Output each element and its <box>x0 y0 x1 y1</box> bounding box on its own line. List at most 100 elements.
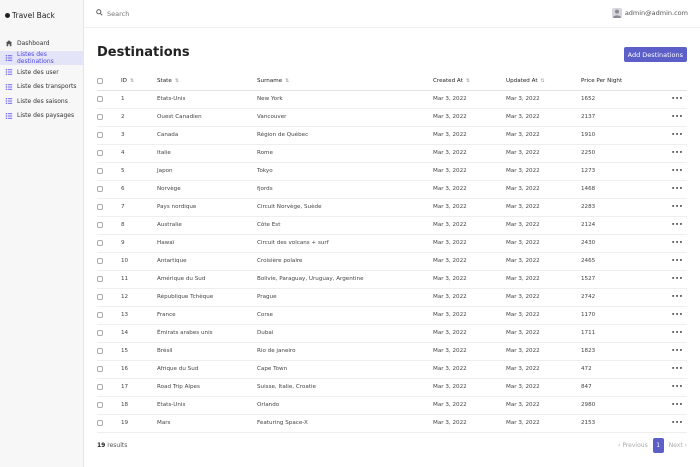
row-actions-menu[interactable]: ••• <box>661 396 687 415</box>
sort-icon[interactable]: ⇅ <box>130 78 134 84</box>
row-actions-menu[interactable]: ••• <box>661 360 687 379</box>
search-input[interactable] <box>107 9 307 18</box>
row-actions-menu[interactable]: ••• <box>661 216 687 235</box>
sidebar-item[interactable]: Liste des paysages <box>0 109 83 124</box>
table-cell: Mar 3, 2022 <box>433 396 506 415</box>
row-checkbox[interactable] <box>97 257 103 264</box>
sidebar-item-label: Liste des transports <box>17 83 77 91</box>
table-cell: Mar 3, 2022 <box>506 162 581 181</box>
row-checkbox[interactable] <box>97 419 103 426</box>
row-actions-menu[interactable]: ••• <box>661 234 687 253</box>
row-actions-menu[interactable]: ••• <box>661 342 687 361</box>
table-cell: 1527 <box>581 270 661 289</box>
table-row[interactable]: 15 Brésil Rio de janeiro Mar 3, 2022 Mar 3, … <box>97 342 687 361</box>
row-actions-menu[interactable]: ••• <box>661 126 687 145</box>
column-header[interactable]: Price Per Night <box>581 72 661 91</box>
column-header[interactable]: Updated At ⇅ <box>506 72 581 91</box>
row-checkbox[interactable] <box>97 113 103 120</box>
table-row[interactable]: 19 Mars Featuring Space-X Mar 3, 2022 Mar 3,… <box>97 414 687 433</box>
table-row[interactable]: 17 Road Trip Alpes Suisse, Italie, Croatie… <box>97 378 687 397</box>
table-row[interactable]: 16 Afrique du Sud Cape Town Mar 3, 2022 Mar … <box>97 360 687 379</box>
select-all-checkbox[interactable] <box>97 77 103 84</box>
row-checkbox[interactable] <box>97 167 103 174</box>
table-row[interactable]: 3 Canada Région de Québec Mar 3, 2022 Mar 3,… <box>97 126 687 145</box>
row-select-cell <box>97 252 121 271</box>
row-checkbox[interactable] <box>97 131 103 138</box>
row-actions-menu[interactable]: ••• <box>661 252 687 271</box>
sidebar-item[interactable]: Dashboard <box>0 36 83 51</box>
app-logo[interactable]: Travel Back <box>0 0 83 30</box>
table-row[interactable]: 10 Antartique Croisière polaire Mar 3, 2022… <box>97 252 687 271</box>
row-checkbox[interactable] <box>97 239 103 246</box>
table-row[interactable]: 9 Hawaï Circuit des volcans + surf Mar 3, 2… <box>97 234 687 253</box>
table-cell: Mar 3, 2022 <box>433 162 506 181</box>
sidebar-item[interactable]: Liste des saisons <box>0 94 83 109</box>
row-actions-menu[interactable]: ••• <box>661 306 687 325</box>
table-row[interactable]: 1 Etats-Unis New York Mar 3, 2022 Mar 3, 202… <box>97 90 687 109</box>
row-checkbox[interactable] <box>97 329 103 336</box>
row-actions-menu[interactable]: ••• <box>661 144 687 163</box>
row-actions-menu[interactable]: ••• <box>661 378 687 397</box>
row-actions-menu[interactable]: ••• <box>661 198 687 217</box>
row-actions-menu[interactable]: ••• <box>661 270 687 289</box>
row-checkbox[interactable] <box>97 149 103 156</box>
table-cell: 1711 <box>581 324 661 343</box>
row-actions-menu[interactable]: ••• <box>661 288 687 307</box>
row-actions-menu[interactable]: ••• <box>661 162 687 181</box>
page-number-button[interactable]: 1 <box>652 438 664 453</box>
row-actions-menu[interactable]: ••• <box>661 90 687 109</box>
table-row[interactable]: 7 Pays nordique Circuit Norvège, Suède Mar … <box>97 198 687 217</box>
table-row[interactable]: 6 Norvège fjords Mar 3, 2022 Mar 3, 2022 1468… <box>97 180 687 199</box>
row-checkbox[interactable] <box>97 365 103 372</box>
column-header[interactable]: Created At ⇅ <box>433 72 506 91</box>
table-cell: Mar 3, 2022 <box>433 252 506 271</box>
row-actions-menu[interactable]: ••• <box>661 180 687 199</box>
row-checkbox[interactable] <box>97 401 103 408</box>
table-cell: Italie <box>157 144 257 163</box>
sort-icon[interactable]: ⇅ <box>541 78 545 84</box>
row-actions-menu[interactable]: ••• <box>661 108 687 127</box>
row-checkbox[interactable] <box>97 311 103 318</box>
next-page-button[interactable]: Next › <box>669 442 687 449</box>
add-destination-button[interactable]: Add Destinations <box>623 47 687 62</box>
user-menu[interactable]: admin@admin.com <box>611 8 688 18</box>
row-checkbox[interactable] <box>97 347 103 354</box>
table-cell: Mar 3, 2022 <box>433 180 506 199</box>
column-header[interactable]: State ⇅ <box>157 72 257 91</box>
sidebar-item[interactable]: Liste des transports <box>0 80 83 95</box>
table-row[interactable]: 8 Australie Côte Est Mar 3, 2022 Mar 3, 2022… <box>97 216 687 235</box>
table-row[interactable]: 12 République Tchèque Prague Mar 3, 2022 Mar… <box>97 288 687 307</box>
topbar: admin@admin.com <box>84 0 700 28</box>
table-row[interactable]: 18 Etats-Unis Orlando Mar 3, 2022 Mar 3, 202… <box>97 396 687 415</box>
sort-icon[interactable]: ⇅ <box>175 78 179 84</box>
row-actions-menu[interactable]: ••• <box>661 324 687 343</box>
table-row[interactable]: 4 Italie Rome Mar 3, 2022 Mar 3, 2022 2250 ••• <box>97 144 687 163</box>
table-cell: 15 <box>121 342 157 361</box>
table-row[interactable]: 11 Amérique du Sud Bolivie, Paraguay, Urug… <box>97 270 687 289</box>
sidebar-item[interactable]: Liste des user <box>0 65 83 80</box>
row-actions-menu[interactable]: ••• <box>661 414 687 433</box>
row-checkbox[interactable] <box>97 203 103 210</box>
row-checkbox[interactable] <box>97 95 103 102</box>
table-cell: Côte Est <box>257 216 433 235</box>
table-cell: 2124 <box>581 216 661 235</box>
row-select-cell <box>97 414 121 433</box>
row-checkbox[interactable] <box>97 185 103 192</box>
table-cell: Mar 3, 2022 <box>433 270 506 289</box>
table-row[interactable]: 13 France Corse Mar 3, 2022 Mar 3, 2022 1170 •… <box>97 306 687 325</box>
table-row[interactable]: 14 Émirats arabes unis Dubai Mar 3, 2022 Mar… <box>97 324 687 343</box>
table-cell: 2283 <box>581 198 661 217</box>
row-checkbox[interactable] <box>97 275 103 282</box>
table-cell: Mar 3, 2022 <box>506 216 581 235</box>
column-header[interactable]: ID ⇅ <box>121 72 157 91</box>
sort-icon[interactable]: ⇅ <box>285 78 289 84</box>
column-header[interactable]: Surname ⇅ <box>257 72 433 91</box>
table-row[interactable]: 5 Japon Tokyo Mar 3, 2022 Mar 3, 2022 1273 ••• <box>97 162 687 181</box>
table-row[interactable]: 2 Ouest Canadien Vancouver Mar 3, 2022 Mar 3… <box>97 108 687 127</box>
sort-icon[interactable]: ⇅ <box>466 78 470 84</box>
row-checkbox[interactable] <box>97 221 103 228</box>
previous-page-button[interactable]: ‹ Previous <box>618 442 648 449</box>
sidebar-item[interactable]: Listes des destinations <box>0 50 83 65</box>
row-checkbox[interactable] <box>97 383 103 390</box>
row-checkbox[interactable] <box>97 293 103 300</box>
